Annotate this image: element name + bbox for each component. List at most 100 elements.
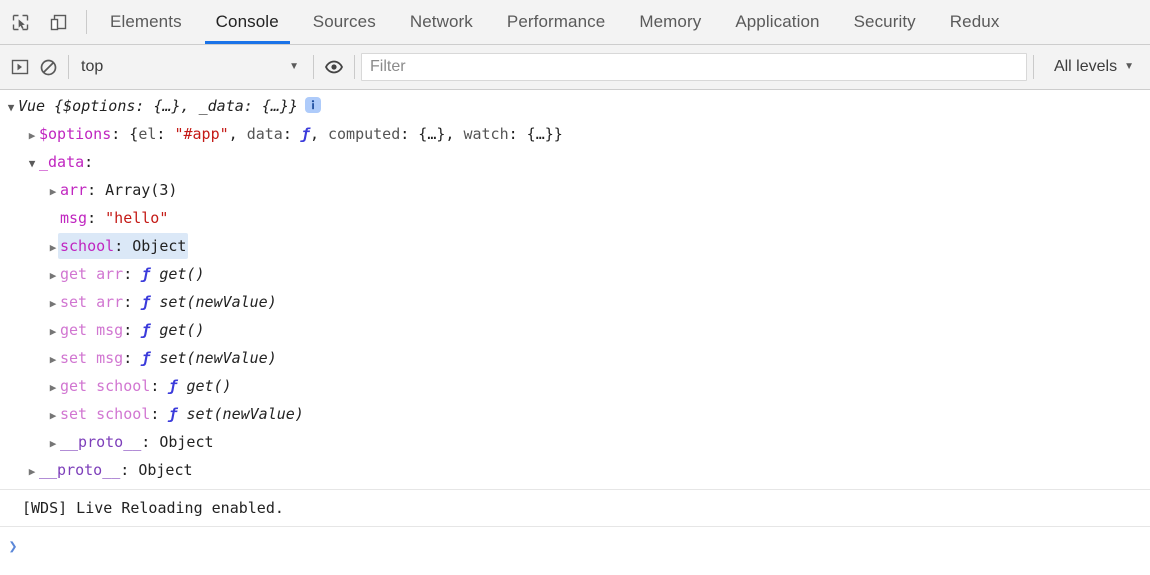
console-object-row[interactable]: ▶ school: Object xyxy=(0,233,1150,261)
tab-label: Console xyxy=(215,12,279,31)
log-level-selector[interactable]: All levels ▼ xyxy=(1040,58,1144,76)
token-t-key: $options xyxy=(39,125,112,143)
expand-triangle-closed-icon[interactable]: ▶ xyxy=(46,319,60,345)
filter-input[interactable] xyxy=(361,53,1027,81)
token-t-punct: : xyxy=(87,209,106,227)
console-object-row[interactable]: ▶ __proto__: Object xyxy=(0,429,1150,457)
console-object-row-content: __proto__: Object xyxy=(60,429,214,455)
console-object-row[interactable]: ▶ set arr: ƒ set(newValue) xyxy=(0,289,1150,317)
clear-console-icon[interactable] xyxy=(34,53,62,81)
token-t-fnsym: ƒ xyxy=(141,265,160,283)
token-t-punct: : xyxy=(84,153,94,171)
console-object-row[interactable]: ▶ set msg: ƒ set(newValue) xyxy=(0,345,1150,373)
filterbar-separator-1 xyxy=(68,55,69,79)
console-object-row-content: __proto__: Object xyxy=(39,457,193,483)
log-level-label: All levels xyxy=(1053,58,1118,75)
console-prompt-input[interactable] xyxy=(22,533,1150,559)
console-object-row-content: _data: xyxy=(39,149,93,175)
tab-application[interactable]: Application xyxy=(718,0,836,44)
token-t-punct: : xyxy=(150,377,169,395)
expand-triangle-closed-icon[interactable]: ▶ xyxy=(46,347,60,373)
token-t-punct: : xyxy=(123,265,142,283)
tab-sources[interactable]: Sources xyxy=(296,0,393,44)
token-t-punct: : xyxy=(114,237,133,255)
console-object-row[interactable]: ▶ __proto__: Object xyxy=(0,457,1150,485)
tab-label: Application xyxy=(735,12,820,31)
expand-triangle-closed-icon[interactable]: ▶ xyxy=(46,263,60,289)
token-t-ctor: {$options: {…}, _data: {…}} xyxy=(54,97,298,115)
token-t-fnsym: ƒ xyxy=(141,293,160,311)
expand-triangle-open-icon[interactable]: ▼ xyxy=(4,95,18,121)
token-t-fn: set(newValue) xyxy=(159,349,277,367)
console-object-row-content: msg: "hello" xyxy=(60,205,168,231)
console-object-row-content: set school: ƒ set(newValue) xyxy=(60,401,304,427)
token-t-key-a: set school xyxy=(60,405,151,423)
expand-triangle-closed-icon[interactable]: ▶ xyxy=(25,459,39,485)
expand-triangle-closed-icon[interactable]: ▶ xyxy=(46,179,60,205)
device-toolbar-icon[interactable] xyxy=(44,8,72,36)
token-t-key-a: set msg xyxy=(60,349,124,367)
token-t-str: "hello" xyxy=(105,209,169,227)
tab-security[interactable]: Security xyxy=(837,0,933,44)
info-badge-icon[interactable] xyxy=(304,97,321,113)
token-t-punct: : {…}, xyxy=(400,125,464,143)
token-t-punct: : xyxy=(156,125,175,143)
token-t-punct: : {…}} xyxy=(508,125,563,143)
console-prompt[interactable]: ❯ xyxy=(0,527,1150,559)
console-output: ▼ Vue {$options: {…}, _data: {…}} ▶ $option… xyxy=(0,90,1150,575)
token-t-ctor: Vue xyxy=(18,97,55,115)
token-t-punct: : xyxy=(123,293,142,311)
console-object-row-content: school: Object xyxy=(58,233,189,259)
token-t-obj: Object xyxy=(159,433,214,451)
prompt-chevron-icon: ❯ xyxy=(8,537,18,555)
devtools-window: Elements Console Sources Network Perform… xyxy=(0,0,1150,575)
tab-memory[interactable]: Memory xyxy=(622,0,718,44)
token-t-str: "#app" xyxy=(174,125,229,143)
console-object-row[interactable]: ▶ set school: ƒ set(newValue) xyxy=(0,401,1150,429)
console-object-row[interactable]: ▶ get msg: ƒ get() xyxy=(0,317,1150,345)
panel-tabs: Elements Console Sources Network Perform… xyxy=(93,0,1016,44)
filterbar-separator-4 xyxy=(1032,55,1034,79)
token-t-subkey: data xyxy=(246,125,283,143)
token-t-fnsym: ƒ xyxy=(141,349,160,367)
console-object-row-content: Vue {$options: {…}, _data: {…}} xyxy=(18,93,298,119)
console-object-row[interactable]: ▶ arr: Array(3) xyxy=(0,177,1150,205)
token-t-obj: Object xyxy=(132,237,187,255)
token-t-obj: Array(3) xyxy=(105,181,178,199)
devtools-tool-icons xyxy=(0,0,80,44)
expand-triangle-closed-icon[interactable]: ▶ xyxy=(46,431,60,457)
execution-context-value: top xyxy=(81,58,104,75)
tab-console[interactable]: Console xyxy=(199,0,296,44)
expand-triangle-closed-icon[interactable]: ▶ xyxy=(46,403,60,429)
console-object-row[interactable]: ▶ get arr: ƒ get() xyxy=(0,261,1150,289)
expand-triangle-closed-icon[interactable]: ▶ xyxy=(46,291,60,317)
console-object-row[interactable]: ▶ $options: {el: "#app", data: ƒ, compute… xyxy=(0,121,1150,149)
expand-triangle-closed-icon[interactable]: ▶ xyxy=(46,375,60,401)
token-t-fnsym: ƒ xyxy=(168,405,187,423)
token-t-key: arr xyxy=(60,181,88,199)
live-expression-eye-icon[interactable] xyxy=(320,53,348,81)
expand-triangle-placeholder xyxy=(46,207,60,233)
token-t-fn: get() xyxy=(186,377,232,395)
console-object-row[interactable]: ▶ get school: ƒ get() xyxy=(0,373,1150,401)
tab-label: Memory xyxy=(639,12,702,31)
filterbar-separator-3 xyxy=(354,55,355,79)
console-object-row[interactable]: ▼ _data: xyxy=(0,149,1150,177)
console-object-row[interactable]: msg: "hello" xyxy=(0,205,1150,233)
tab-network[interactable]: Network xyxy=(393,0,490,44)
token-t-punct: : xyxy=(87,181,106,199)
tab-redux[interactable]: Redux xyxy=(933,0,1017,44)
inspect-element-icon[interactable] xyxy=(6,8,34,36)
tab-elements[interactable]: Elements xyxy=(93,0,199,44)
tab-label: Elements xyxy=(110,12,182,31)
console-message-object: ▼ Vue {$options: {…}, _data: {…}} ▶ $option… xyxy=(0,90,1150,490)
expand-triangle-closed-icon[interactable]: ▶ xyxy=(25,123,39,149)
tab-performance[interactable]: Performance xyxy=(490,0,622,44)
execution-context-selector[interactable]: top ▼ xyxy=(75,54,307,80)
token-t-key-a: get arr xyxy=(60,265,124,283)
token-t-proto: __proto__ xyxy=(39,461,121,479)
token-t-key-a: get msg xyxy=(60,321,124,339)
console-sidebar-icon[interactable] xyxy=(6,53,34,81)
expand-triangle-open-icon[interactable]: ▼ xyxy=(25,151,39,177)
console-object-row[interactable]: ▼ Vue {$options: {…}, _data: {…}} xyxy=(0,93,1150,121)
